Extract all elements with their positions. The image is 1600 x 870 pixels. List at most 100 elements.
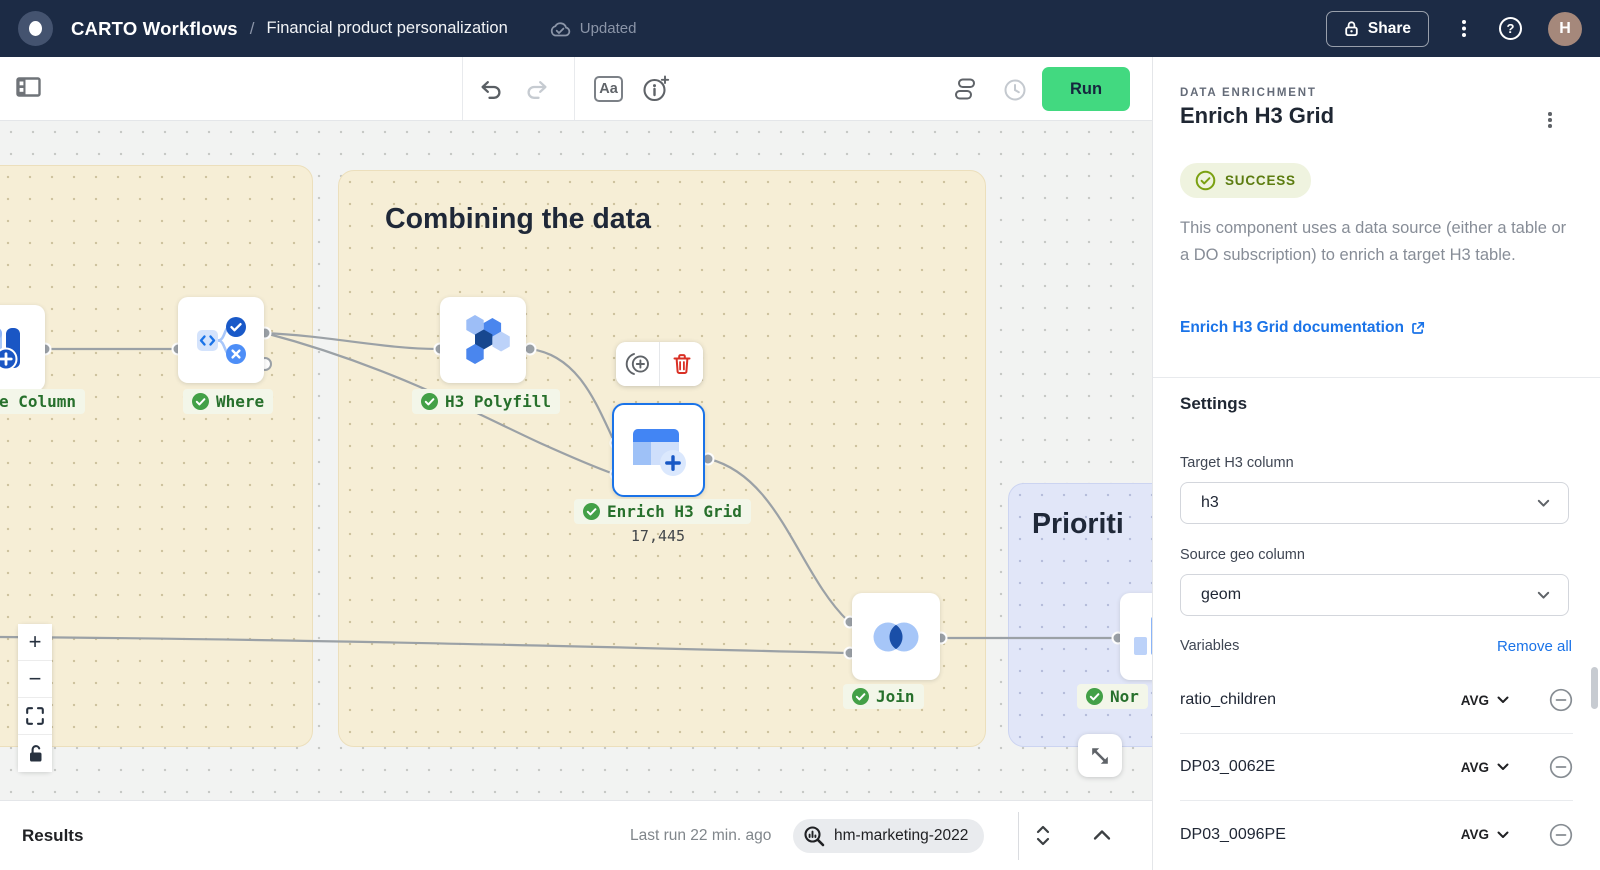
minus-circle-icon — [1549, 823, 1573, 847]
node-create-column[interactable] — [0, 305, 45, 391]
node-normalize[interactable] — [1120, 593, 1152, 680]
header-more-button[interactable] — [1455, 17, 1473, 41]
remove-all-link[interactable]: Remove all — [1497, 638, 1572, 655]
where-icon — [194, 317, 248, 364]
aggregation-select[interactable]: AVG — [1461, 760, 1509, 775]
external-link-icon — [1411, 321, 1425, 335]
minus-circle-icon — [1549, 688, 1573, 712]
panel-scrollbar[interactable] — [1591, 667, 1598, 709]
sidebar-toggle-button[interactable] — [16, 77, 42, 98]
variable-row: ratio_children AVG — [1180, 667, 1573, 734]
node-label-h3-polyfill: H3 Polyfill — [412, 389, 560, 414]
zoom-in-button[interactable]: + — [18, 624, 52, 661]
fit-to-screen-button[interactable] — [18, 698, 52, 735]
create-column-icon — [0, 320, 36, 376]
workflow-title[interactable]: Financial product personalization — [267, 19, 508, 38]
last-run-label: Last run 22 min. ago — [630, 827, 771, 845]
success-check-icon — [192, 393, 209, 410]
node-label-create-column: e Column — [0, 389, 85, 414]
aggregation-select[interactable]: AVG — [1461, 693, 1509, 708]
aggregation-select[interactable]: AVG — [1461, 827, 1509, 842]
results-bar: Results Last run 22 min. ago hm-marketin… — [0, 800, 1152, 870]
lock-canvas-button[interactable] — [18, 735, 52, 772]
toolbar-divider — [462, 57, 463, 120]
canvas-toolbar: Aa Run — [0, 57, 1152, 121]
redo-button[interactable] — [524, 79, 550, 100]
success-check-icon — [421, 393, 438, 410]
remove-variable-button[interactable] — [1549, 823, 1573, 847]
logo-dot — [29, 21, 42, 36]
node-h3-polyfill[interactable] — [440, 297, 526, 383]
node-label-normalize: Nor — [1077, 684, 1148, 709]
avatar[interactable]: H — [1548, 12, 1582, 46]
delete-node-button[interactable] — [660, 342, 703, 386]
node-label-where: Where — [183, 389, 273, 414]
success-check-icon — [583, 503, 600, 520]
settings-heading: Settings — [1180, 394, 1247, 414]
chevron-down-icon — [1497, 696, 1509, 704]
zoom-out-button[interactable]: − — [18, 661, 52, 698]
lock-icon — [1344, 20, 1359, 37]
versions-button[interactable] — [953, 78, 977, 101]
info-add-icon — [642, 75, 670, 103]
variable-name: DP03_0096PE — [1180, 826, 1461, 844]
redo-icon — [524, 79, 550, 100]
carto-logo-icon[interactable] — [18, 11, 53, 46]
success-check-icon — [1086, 688, 1103, 705]
remove-variable-button[interactable] — [1549, 755, 1573, 779]
workzone: Aa Run — [0, 57, 1152, 870]
kebab-icon — [1548, 112, 1552, 116]
results-title: Results — [22, 826, 83, 846]
expander-chevrons-icon — [1034, 823, 1052, 848]
add-note-button[interactable] — [642, 75, 670, 103]
run-button[interactable]: Run — [1042, 67, 1130, 111]
status-badge: SUCCESS — [1180, 163, 1311, 198]
success-circle-icon — [1195, 170, 1216, 191]
minus-circle-icon — [1549, 755, 1573, 779]
panel-title: Enrich H3 Grid — [1180, 103, 1334, 129]
lock-open-icon — [27, 744, 44, 763]
schedule-button[interactable] — [1003, 78, 1027, 102]
data-preview-icon — [803, 825, 826, 848]
node-where[interactable] — [178, 297, 264, 383]
resize-results-button[interactable] — [1034, 823, 1052, 848]
save-status-label: Updated — [580, 20, 637, 37]
documentation-link[interactable]: Enrich H3 Grid documentation — [1180, 319, 1425, 337]
result-table-pill[interactable]: hm-marketing-2022 — [793, 819, 984, 853]
target-h3-column-select[interactable]: h3 — [1180, 482, 1569, 524]
result-table-name: hm-marketing-2022 — [834, 827, 968, 845]
undo-button[interactable] — [478, 79, 504, 100]
node-enrich-h3-grid[interactable] — [612, 403, 705, 497]
share-button[interactable]: Share — [1326, 11, 1429, 47]
duplicate-node-button[interactable] — [616, 342, 660, 386]
join-icon — [867, 617, 925, 657]
normalize-icon — [1130, 611, 1152, 663]
chevron-down-icon — [1497, 763, 1509, 771]
source-geo-column-label: Source geo column — [1180, 547, 1305, 563]
variables-heading: Variables — [1180, 638, 1239, 654]
canvas-zoom-controls: + − — [18, 624, 52, 772]
breadcrumb-separator: / — [250, 19, 255, 39]
chevron-down-icon — [1537, 591, 1550, 600]
chevron-up-icon — [1092, 829, 1112, 841]
node-label-join: Join — [843, 684, 924, 709]
collapse-results-button[interactable] — [1092, 829, 1112, 841]
panel-more-button[interactable] — [1540, 107, 1560, 133]
panel-divider — [1153, 377, 1600, 378]
bottombar-divider — [1018, 812, 1019, 860]
source-geo-column-select[interactable]: geom — [1180, 574, 1569, 616]
expand-group-button[interactable] — [1078, 734, 1122, 777]
variable-row: DP03_0062E AVG — [1180, 734, 1573, 801]
node-join[interactable] — [852, 593, 940, 680]
chevron-down-icon — [1537, 499, 1550, 508]
node-context-toolbar — [616, 342, 703, 386]
remove-variable-button[interactable] — [1549, 688, 1573, 712]
share-label: Share — [1368, 20, 1411, 38]
help-button[interactable]: ? — [1499, 17, 1522, 40]
toolbar-divider — [574, 57, 575, 120]
app-title: CARTO Workflows — [71, 18, 238, 40]
versions-icon — [953, 78, 977, 101]
annotation-text-button[interactable]: Aa — [594, 76, 623, 102]
workflow-canvas[interactable]: Combining the data Prioriti — [0, 121, 1152, 800]
save-status: Updated — [548, 19, 637, 38]
